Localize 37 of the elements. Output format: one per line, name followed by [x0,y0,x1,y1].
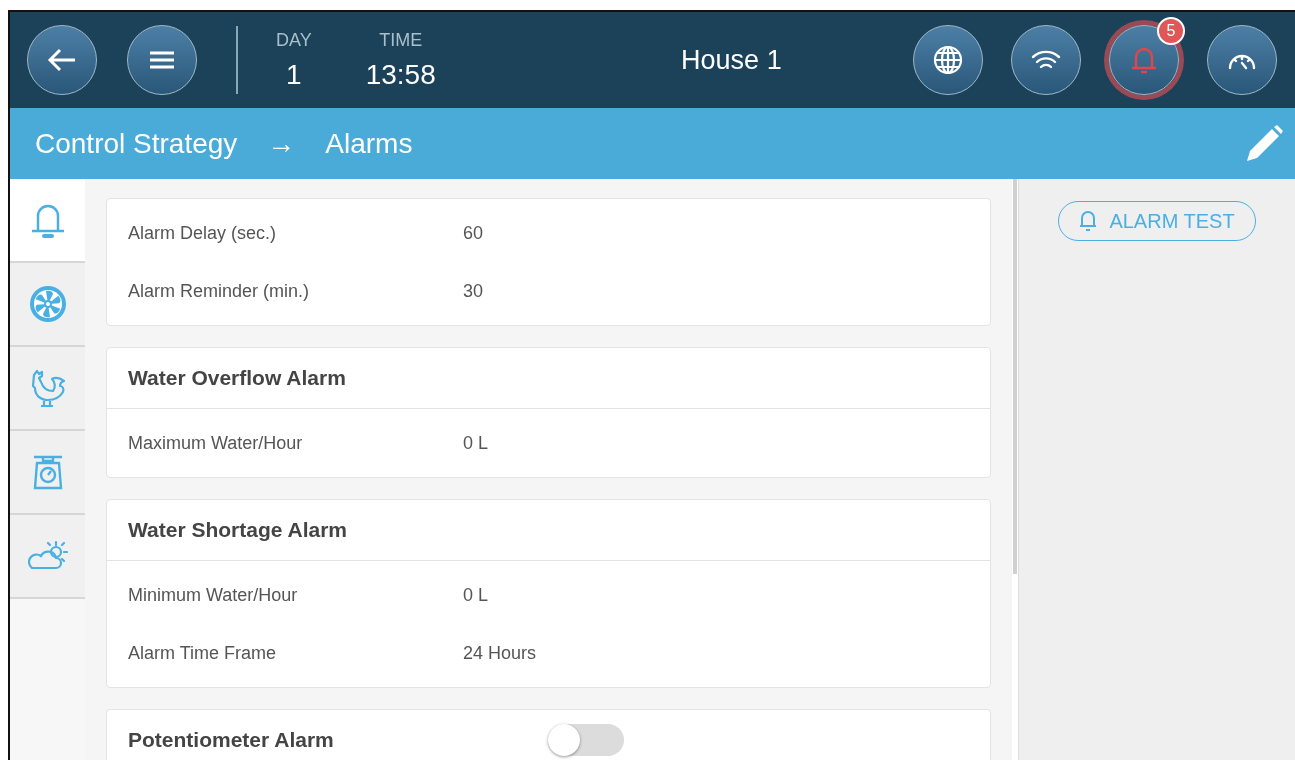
setting-label: Alarm Time Frame [128,642,278,664]
bell-icon [1079,210,1098,232]
edit-pencil-icon[interactable] [1245,124,1283,163]
section-title: Water Shortage Alarm [128,518,348,542]
setting-value[interactable]: 0 L [463,432,489,454]
scrollbar[interactable] [1013,179,1017,574]
setting-label: Alarm Reminder (min.) [128,280,311,302]
globe-icon [933,45,963,75]
setting-value[interactable]: 24 Hours [463,642,537,664]
section-title: Water Overflow Alarm [128,366,347,390]
back-arrow-icon [47,47,77,73]
setting-label: Maximum Water/Hour [128,432,304,454]
setting-value[interactable]: 30 [463,280,484,302]
setting-label: Minimum Water/Hour [128,584,299,606]
cloud-sun-icon [27,540,68,572]
day-value: 1 [286,58,302,91]
time-label: TIME [379,29,423,51]
setting-label: Alarm Delay (sec.) [128,222,278,244]
sidebar-tab[interactable] [10,347,85,431]
sidebar-tab[interactable] [10,263,85,347]
time-value: 13:58 [365,58,436,91]
sidebar-tab[interactable] [10,431,85,515]
sidebar-tab[interactable] [10,179,85,263]
house-title: House 1 [680,44,783,76]
sidebar-tab[interactable] [10,515,85,599]
day-label: DAY [276,29,312,51]
fan-icon [27,284,68,324]
section-title: Potentiometer Alarm [128,728,335,752]
bell-icon [1131,45,1157,75]
setting-value[interactable]: 0 L [463,584,489,606]
notification-badge: 5 [1157,17,1185,45]
wifi-icon [1031,49,1061,71]
setting-value[interactable]: 60 [463,222,484,244]
toggle-switch[interactable] [548,724,624,756]
breadcrumb-separator: → [267,127,296,160]
breadcrumb-current: Alarms [325,127,413,160]
menu-icon [149,50,175,70]
